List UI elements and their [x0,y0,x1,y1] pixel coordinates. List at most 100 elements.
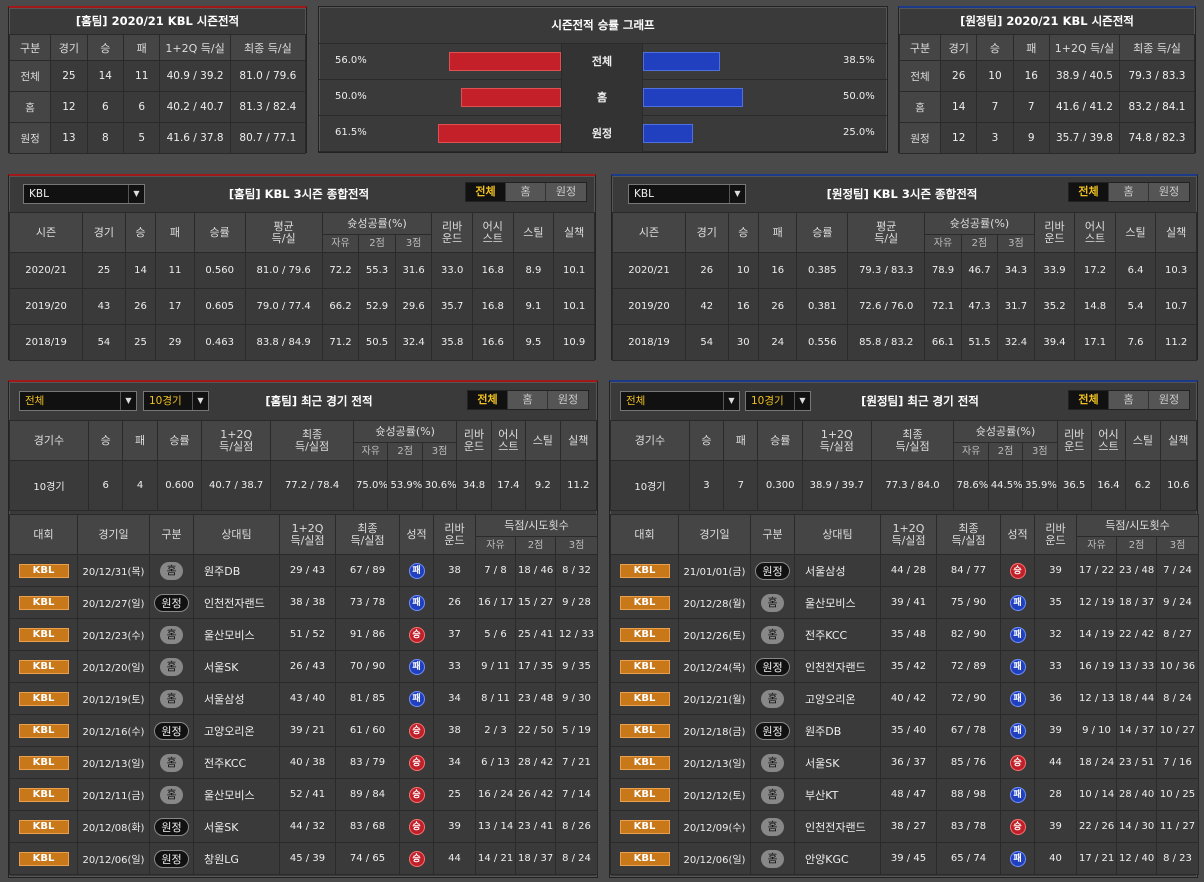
column-header: 최종 득/실점 [870,420,955,461]
column-header: 리바 운드 [1034,514,1077,555]
table-row: 전체 25 14 11 40.9 / 39.2 81.0 / 79.6 [8,60,307,92]
shots-cell: 7 / 14 [554,778,599,811]
tab-home[interactable]: 홈 [508,391,548,409]
game-row[interactable]: KBL 20/12/18(금) 원정 원주DB 35 / 40 67 / 78 패 39 9 /… [610,714,1200,747]
table-cell: 33.9 [1033,252,1076,289]
final-score: 83 / 78 [936,810,1001,843]
panel-title: [원정팀] 2020/21 KBL 시즌전적 [960,14,1134,28]
game-row[interactable]: KBL 20/12/11(금) 홈 울산모비스 52 / 41 89 / 84 승 25 16 … [9,778,599,811]
column-header: 자유 [353,442,389,461]
half-score: 29 / 43 [279,554,336,587]
scope-select[interactable]: 전체 ▼ [620,391,740,411]
row-label: 홈 [898,91,942,123]
column-header: 평균 득/실 [847,212,926,253]
tab-away[interactable]: 원정 [1149,391,1189,409]
game-row[interactable]: KBL 20/12/23(수) 홈 울산모비스 51 / 52 91 / 86 승 37 5 /… [9,618,599,651]
opponent-team: 고양오리온 [193,714,280,747]
league-select[interactable]: KBL ▼ [628,184,746,204]
tab-home[interactable]: 홈 [1109,183,1149,201]
opponent-team: 울산모비스 [794,586,881,619]
result-badge: 패 [408,562,425,579]
column-header: 경기 [684,212,729,253]
game-row[interactable]: KBL 20/12/31(목) 홈 원주DB 29 / 43 67 / 89 패 38 7 / … [9,554,599,587]
column-header: 경기 [50,34,88,61]
game-row[interactable]: KBL 20/12/16(수) 원정 고양오리온 39 / 21 61 / 60 승 38 2 … [9,714,599,747]
shots-cell: 13 / 33 [1116,650,1157,683]
table-cell: 83.2 / 84.1 [1119,91,1195,123]
game-row[interactable]: KBL 20/12/28(월) 홈 울산모비스 39 / 41 75 / 90 패 35 12 … [610,586,1200,619]
final-score: 81 / 85 [335,682,400,715]
league-badge: KBL [619,820,670,834]
shots-cell: 8 / 23 [1155,842,1200,875]
game-row[interactable]: KBL 20/12/13(일) 홈 서울SK 36 / 37 85 / 76 승 44 18 /… [610,746,1200,779]
tab-home[interactable]: 홈 [506,183,546,201]
league-select[interactable]: KBL ▼ [23,184,145,204]
tab-all[interactable]: 전체 [466,183,506,201]
result-cell: 승 [399,746,434,779]
table-cell: 55.3 [358,252,396,289]
game-row[interactable]: KBL 20/12/09(수) 홈 인천전자랜드 38 / 27 83 / 78 승 39 22… [610,810,1200,843]
game-row[interactable]: KBL 20/12/13(일) 홈 전주KCC 40 / 38 83 / 79 승 34 6 /… [9,746,599,779]
half-score: 38 / 27 [880,810,937,843]
venue-cell: 홈 [750,842,795,875]
table-cell: 14 [940,91,978,123]
count-select[interactable]: 10경기 ▼ [745,391,811,411]
column-header: 성적 [1000,514,1035,555]
chevron-down-icon: ▼ [120,392,136,410]
shots-cell: 17 / 21 [1076,842,1117,875]
game-row[interactable]: KBL 20/12/06(일) 원정 창원LG 45 / 39 74 / 65 승 44 14 … [9,842,599,875]
table-cell: 17 [155,288,195,325]
shots-cell: 9 / 28 [554,586,599,619]
tab-away[interactable]: 원정 [546,183,586,201]
game-row[interactable]: KBL 20/12/19(토) 홈 서울삼성 43 / 40 81 / 85 패 34 8 / … [9,682,599,715]
shots-cell: 9 / 30 [554,682,599,715]
tab-away[interactable]: 원정 [1149,183,1189,201]
final-score: 72 / 89 [936,650,1001,683]
table-cell: 33.0 [431,252,473,289]
column-header: 패 [757,212,798,253]
column-header: 패 [122,420,158,461]
game-row[interactable]: KBL 20/12/21(월) 홈 고양오리온 40 / 42 72 / 90 패 36 12 … [610,682,1200,715]
half-score: 26 / 43 [279,650,336,683]
scope-select[interactable]: 전체 ▼ [19,391,137,411]
final-score: 83 / 68 [335,810,400,843]
tab-all[interactable]: 전체 [1069,183,1109,201]
venue-cell: 홈 [149,554,194,587]
tab-all[interactable]: 전체 [468,391,508,409]
tab-home[interactable]: 홈 [1109,391,1149,409]
venue-pill: 홈 [160,625,183,644]
column-header: 패 [1012,34,1050,61]
venue-pill: 원정 [154,593,189,612]
game-row[interactable]: KBL 20/12/24(목) 원정 인천전자랜드 35 / 42 72 / 89 패 33 1… [610,650,1200,683]
game-row[interactable]: KBL 20/12/08(화) 원정 서울SK 44 / 32 83 / 68 승 39 13 … [9,810,599,843]
game-row[interactable]: KBL 20/12/20(일) 홈 서울SK 26 / 43 70 / 90 패 33 9 / … [9,650,599,683]
tab-away[interactable]: 원정 [548,391,588,409]
league-cell: KBL [610,682,679,715]
count-select[interactable]: 10경기 ▼ [143,391,209,411]
table-cell: 24 [757,324,798,361]
column-header: 대회 [9,514,78,555]
table-cell: 79.0 / 77.4 [244,288,323,325]
table-cell: 0.556 [796,324,849,361]
game-row[interactable]: KBL 20/12/26(토) 홈 전주KCC 35 / 48 82 / 90 패 32 14 … [610,618,1200,651]
recent-home-games: 대회 경기일 구분 상대팀 1+2Q 득/실점 최종 득/실점 성적 리바 운드 득점/시도횟수… [9,514,599,875]
game-row[interactable]: KBL 20/12/12(토) 홈 부산KT 48 / 47 88 / 98 패 28 10 /… [610,778,1200,811]
league-badge: KBL [18,692,69,706]
column-header: 승 [727,212,759,253]
column-header: 1+2Q 득/실점 [201,420,272,461]
result-badge: 승 [408,754,425,771]
result-badge: 승 [408,722,425,739]
result-cell: 패 [399,650,434,683]
game-row[interactable]: KBL 20/12/27(일) 원정 인천전자랜드 38 / 38 73 / 78 패 26 1… [9,586,599,619]
game-row[interactable]: KBL 21/01/01(금) 원정 서울삼성 44 / 28 84 / 77 승 39 17 … [610,554,1200,587]
table-cell: 26 [124,288,157,325]
league-cell: KBL [9,650,78,683]
shots-cell: 12 / 19 [1076,586,1117,619]
table-cell: 16.4 [1090,460,1127,511]
table-cell: 80.7 / 77.1 [229,122,307,154]
table-row: 2018/19 54 25 29 0.463 83.8 / 84.9 71.2 50.5 32.… [8,324,595,361]
shots-cell: 11 / 27 [1155,810,1200,843]
league-badge: KBL [18,724,69,738]
game-row[interactable]: KBL 20/12/06(일) 홈 안양KGC 39 / 45 65 / 74 패 40 17 … [610,842,1200,875]
tab-all[interactable]: 전체 [1069,391,1109,409]
